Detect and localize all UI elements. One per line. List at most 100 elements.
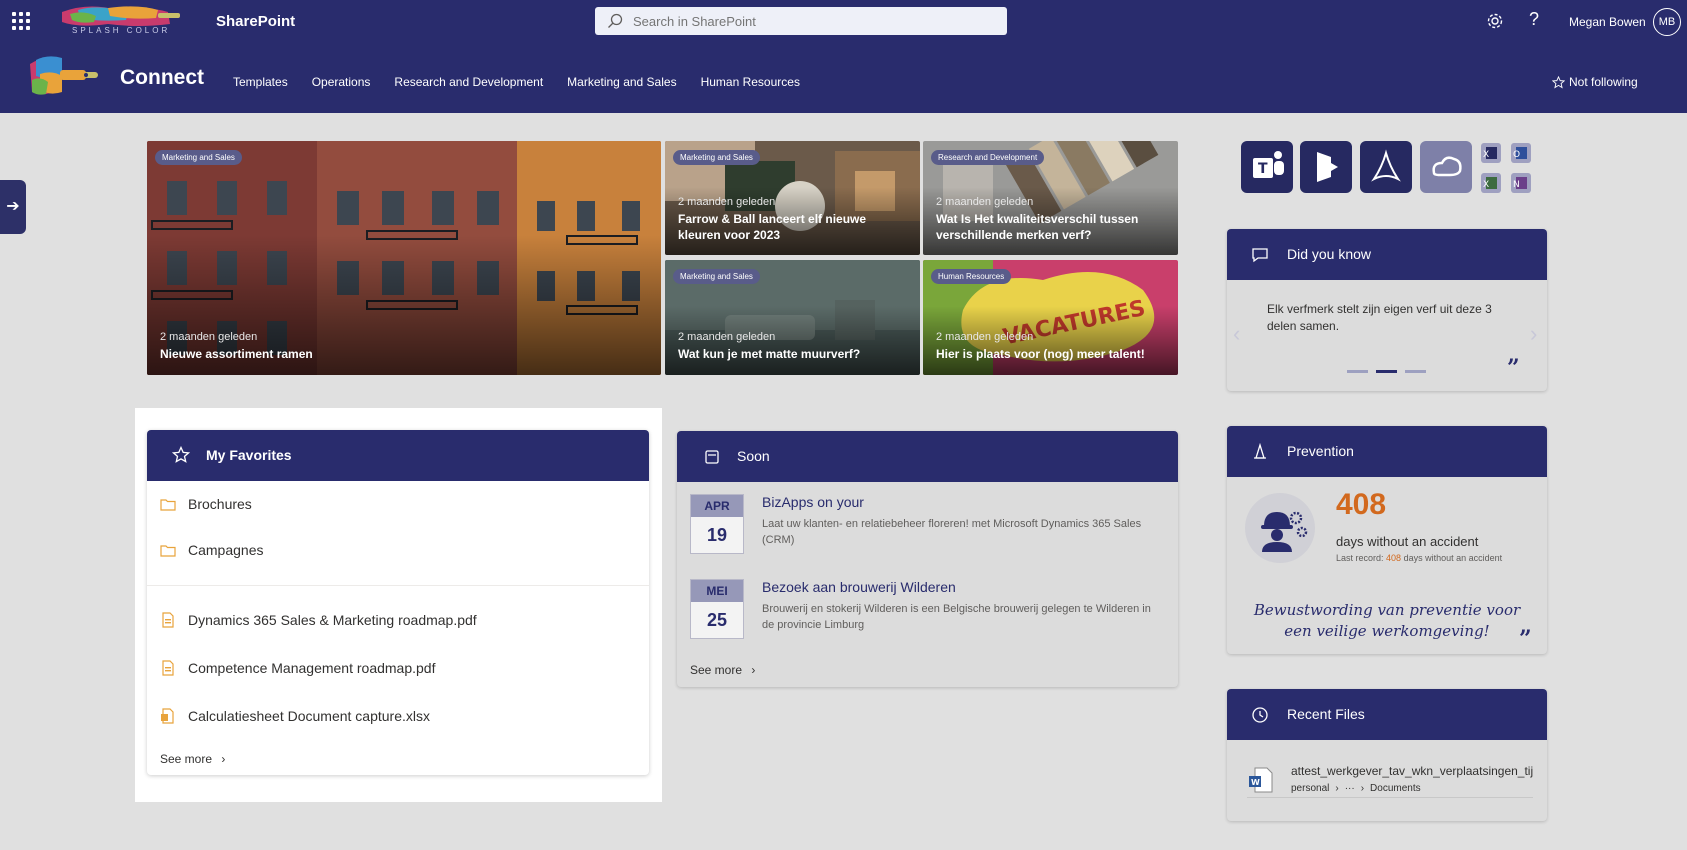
hero-category[interactable]: Marketing and Sales <box>673 269 760 284</box>
favorite-folder-label: Campagnes <box>188 542 264 558</box>
hero-tile-4[interactable]: Marketing and Sales 2 maanden geleden Wa… <box>665 260 920 375</box>
svg-text:X: X <box>1483 150 1489 160</box>
next-arrow-icon[interactable]: › <box>1530 321 1537 347</box>
site-logo[interactable] <box>28 54 100 100</box>
event-description: Laat uw klanten- en relatiebeheer florer… <box>762 518 1142 546</box>
logo-caption: SPLASH COLOR <box>72 26 171 35</box>
see-more-label: See more <box>160 752 213 766</box>
favorites-see-more[interactable]: See more › <box>160 752 225 766</box>
favorite-file[interactable]: Competence Management roadmap.pdf <box>160 660 435 676</box>
acrobat-icon[interactable] <box>1360 141 1412 193</box>
did-you-know-text: Elk verfmerk stelt zijn eigen verf uit d… <box>1267 302 1492 333</box>
path-segment[interactable]: Documents <box>1370 783 1421 794</box>
event-date: APR 19 <box>690 494 744 554</box>
svg-text:O: O <box>1513 150 1520 160</box>
avatar[interactable]: MB <box>1653 8 1681 36</box>
prevention-quote: Bewustwording van preventie voor een vei… <box>1253 601 1521 640</box>
last-record: Last record: 408 days without an acciden… <box>1336 553 1502 563</box>
see-more-label: See more <box>690 663 743 677</box>
recent-file-name: attest_werkgever_tav_wkn_verplaatsingen_… <box>1291 764 1533 778</box>
nav-human-resources[interactable]: Human Resources <box>701 75 800 89</box>
hero-tile-3[interactable]: Research and Development 2 maanden geled… <box>923 141 1178 255</box>
chevron-right-icon: › <box>1335 783 1339 794</box>
chevron-right-icon: › <box>1360 783 1365 794</box>
favorite-folder[interactable]: Campagnes <box>160 542 264 558</box>
event-title[interactable]: Bezoek aan brouwerij Wilderen <box>762 579 956 595</box>
event-date: MEI 25 <box>690 579 744 639</box>
hero-title[interactable]: Farrow & Ball lanceert elf nieuwe kleure… <box>678 211 908 243</box>
dynamics-icon[interactable] <box>1300 141 1352 193</box>
favorite-file[interactable]: Dynamics 365 Sales & Marketing roadmap.p… <box>160 612 477 628</box>
search-icon <box>608 13 623 28</box>
nav-research-and-development[interactable]: Research and Development <box>394 75 543 89</box>
nav-marketing-and-sales[interactable]: Marketing and Sales <box>567 75 676 89</box>
soon-see-more[interactable]: See more › <box>690 663 755 677</box>
app-launcher-icon[interactable] <box>12 12 30 30</box>
svg-text:W: W <box>1251 778 1260 787</box>
hero-title[interactable]: Wat kun je met matte muurverf? <box>678 346 908 362</box>
site-header: Connect Templates Operations Research an… <box>0 44 1687 113</box>
nav-templates[interactable]: Templates <box>233 75 288 89</box>
hero-category[interactable]: Human Resources <box>931 269 1012 284</box>
favorite-folder[interactable]: Brochures <box>160 496 252 512</box>
favorite-file[interactable]: Calculatiesheet Document capture.xlsx <box>160 708 430 724</box>
favorite-file-label: Calculatiesheet Document capture.xlsx <box>188 708 431 724</box>
word-file-icon: W <box>1249 767 1273 793</box>
recent-files-header: Recent Files <box>1227 689 1547 740</box>
favorites-title: My Favorites <box>206 447 292 463</box>
search-input[interactable] <box>633 11 993 31</box>
hero-title[interactable]: Wat Is Het kwaliteitsverschil tussen ver… <box>936 211 1166 243</box>
prevention-card: Prevention 408 days without an accident … <box>1227 426 1547 654</box>
favorites-divider <box>147 585 649 586</box>
expand-panel-button[interactable]: ➔ <box>0 180 26 234</box>
chat-icon <box>1252 248 1268 263</box>
carousel-dot-active[interactable] <box>1376 370 1397 373</box>
hero-date: 2 maanden geleden <box>936 331 1034 343</box>
search-box[interactable] <box>595 7 1007 35</box>
star-icon <box>172 446 190 463</box>
prev-arrow-icon[interactable]: ‹ <box>1233 321 1240 347</box>
calendar-icon <box>705 450 719 464</box>
path-ellipsis[interactable]: ··· <box>1345 783 1355 794</box>
user-name[interactable]: Megan Bowen <box>1569 15 1646 29</box>
event-description: Brouwerij en stokerij Wilderen is een Be… <box>762 603 1151 631</box>
favorite-folder-label: Brochures <box>188 496 252 512</box>
excel-online-icon[interactable]: X <box>1481 173 1501 193</box>
arrow-right-icon: ➔ <box>6 198 20 215</box>
svg-text:X: X <box>1483 180 1489 190</box>
prevention-header: Prevention <box>1227 426 1547 477</box>
carousel-dot[interactable] <box>1405 370 1426 373</box>
hero-category[interactable]: Marketing and Sales <box>673 150 760 165</box>
event-title[interactable]: BizApps on your <box>762 494 864 510</box>
nav-operations[interactable]: Operations <box>312 75 371 89</box>
outlook-icon[interactable]: O <box>1511 143 1531 163</box>
recent-files-title: Recent Files <box>1287 706 1365 722</box>
teams-icon[interactable]: T <box>1241 141 1293 193</box>
folder-icon <box>160 544 176 557</box>
help-icon[interactable]: ? <box>1529 9 1539 30</box>
favorites-card: My Favorites Brochures Campagnes Dynamic… <box>147 430 649 775</box>
creative-cloud-icon[interactable] <box>1420 141 1472 193</box>
hero-title[interactable]: Hier is plaats voor (nog) meer talent! <box>936 346 1166 362</box>
hero-category[interactable]: Research and Development <box>931 150 1045 165</box>
carousel-dot[interactable] <box>1347 370 1368 373</box>
hero-tile-5[interactable]: VACATURES Human Resources 2 maanden gele… <box>923 260 1178 375</box>
hero-category[interactable]: Marketing and Sales <box>155 150 242 165</box>
clock-icon <box>1252 707 1268 723</box>
excel-icon[interactable]: X <box>1481 143 1501 163</box>
hero-title[interactable]: Nieuwe assortiment ramen <box>160 346 649 362</box>
follow-button[interactable]: Not following <box>1552 75 1638 89</box>
hero-tile-main[interactable]: Marketing and Sales 2 maanden geleden Ni… <box>147 141 661 375</box>
pdf-file-icon <box>162 660 174 676</box>
app-name[interactable]: SharePoint <box>216 13 295 30</box>
site-title[interactable]: Connect <box>120 66 204 90</box>
recent-files-card: Recent Files W attest_werkgever_tav_wkn_… <box>1227 689 1547 821</box>
hero-tile-2[interactable]: Marketing and Sales 2 maanden geleden Fa… <box>665 141 920 255</box>
gear-icon[interactable] <box>1485 11 1505 31</box>
svg-text:N: N <box>1513 180 1520 190</box>
event-month: APR <box>691 495 743 517</box>
onenote-icon[interactable]: N <box>1511 173 1531 193</box>
path-segment[interactable]: personal <box>1291 783 1329 794</box>
quote-icon: ” <box>1507 355 1520 381</box>
recent-file-item[interactable]: W attest_werkgever_tav_wkn_verplaatsinge… <box>1247 764 1533 798</box>
